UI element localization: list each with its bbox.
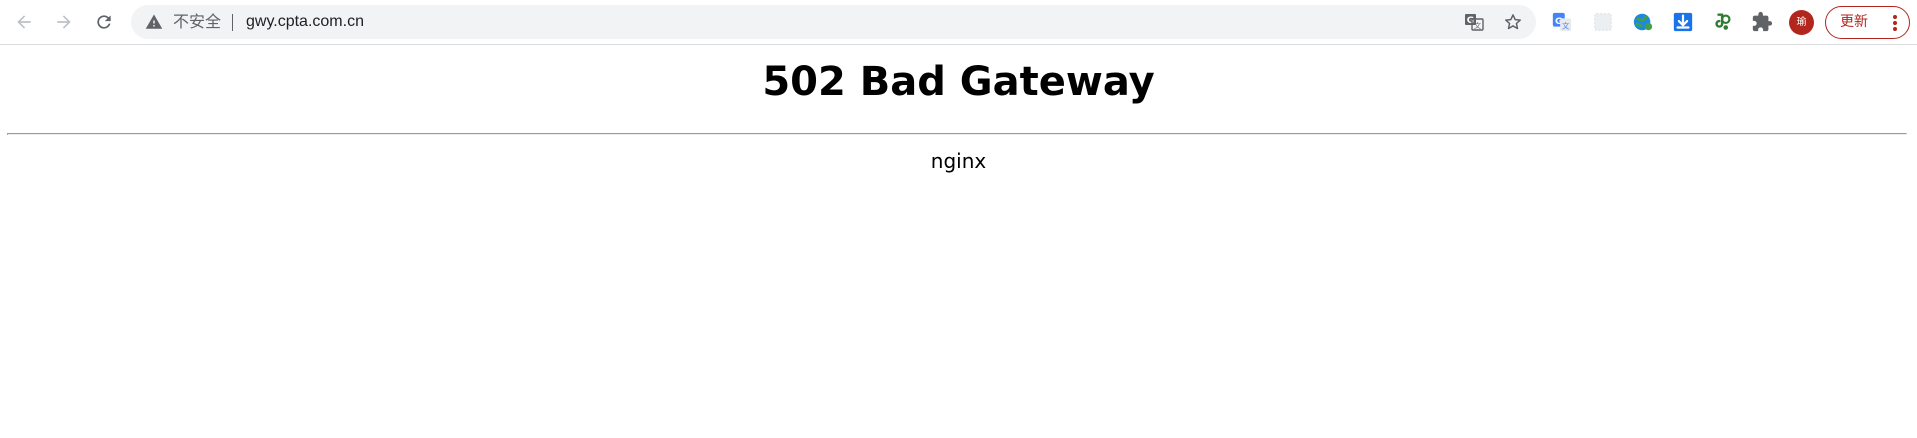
server-signature: nginx (930, 149, 987, 173)
update-label: 更新 (1840, 14, 1868, 30)
translate-icon: G 文 (1465, 14, 1484, 31)
google-translate-extension-icon: G 文 (1552, 12, 1572, 32)
reload-button[interactable] (88, 6, 120, 38)
svg-text:文: 文 (1474, 21, 1481, 30)
svg-text:文: 文 (1562, 21, 1570, 30)
horizontal-rule (7, 133, 1907, 135)
back-button[interactable] (8, 6, 40, 38)
blank-extension-icon (1594, 13, 1612, 31)
download-extension[interactable] (1671, 10, 1695, 34)
puzzle-icon (1752, 11, 1773, 32)
download-arrow-icon (1673, 12, 1693, 32)
security-status-label[interactable]: 不安全 (173, 5, 221, 39)
globe-extension[interactable] (1631, 10, 1655, 34)
green-extension[interactable] (1711, 10, 1735, 34)
omnibox-divider (232, 14, 233, 31)
url-text[interactable]: gwy.cpta.com.cn (246, 5, 364, 39)
kebab-menu-icon (1893, 15, 1897, 31)
back-arrow-icon (17, 15, 31, 29)
page-title: 502 Bad Gateway (762, 59, 1155, 105)
address-bar[interactable]: 不安全 gwy.cpta.com.cn G 文 (131, 5, 1536, 39)
translate-button[interactable]: G 文 (1464, 12, 1484, 32)
bookmark-button[interactable] (1503, 12, 1523, 32)
profile-avatar[interactable]: 瑜 (1789, 10, 1814, 35)
globe-extension-icon (1633, 13, 1653, 31)
star-icon (1505, 14, 1521, 30)
blank-extension[interactable] (1591, 10, 1615, 34)
forward-arrow-icon (57, 15, 71, 29)
green-leaf-extension-icon (1715, 13, 1731, 30)
extensions-button[interactable] (1750, 10, 1774, 34)
reload-icon (97, 15, 111, 29)
browser-toolbar: 不安全 gwy.cpta.com.cn G 文 G 文 瑜 更新 (0, 0, 1917, 45)
google-translate-extension[interactable]: G 文 (1550, 10, 1574, 34)
update-button[interactable]: 更新 (1825, 6, 1910, 39)
forward-button[interactable] (48, 6, 80, 38)
warning-triangle-icon[interactable] (145, 13, 163, 31)
